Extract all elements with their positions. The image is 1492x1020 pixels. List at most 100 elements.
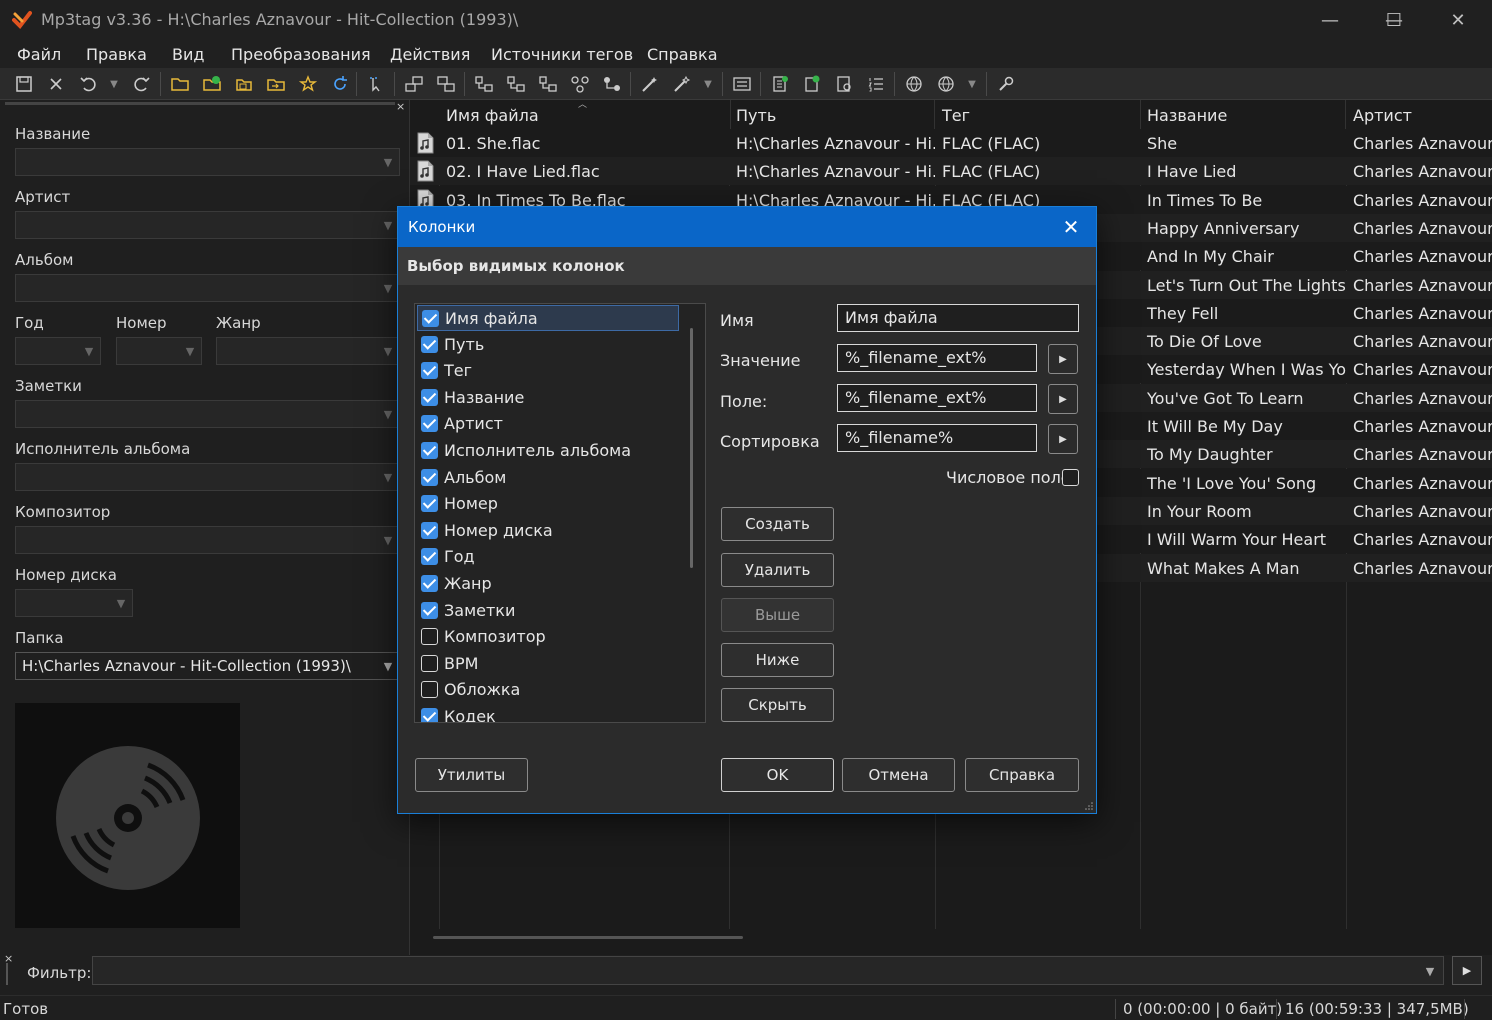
column-option[interactable]: Название bbox=[417, 385, 679, 411]
checkbox-unchecked[interactable] bbox=[421, 681, 438, 699]
column-header-tag[interactable]: Тег bbox=[935, 100, 1141, 129]
table-row[interactable]: 02. I Have Lied.flac H:\Charles Aznavour … bbox=[410, 157, 1492, 186]
remove-tag-button[interactable] bbox=[44, 72, 68, 96]
disc-field[interactable]: ▼ bbox=[15, 589, 133, 617]
playlist-button[interactable] bbox=[600, 72, 624, 96]
utilities-button[interactable]: Утилиты bbox=[415, 758, 528, 792]
checkbox-checked[interactable] bbox=[421, 521, 438, 539]
autonumber-button[interactable] bbox=[832, 72, 856, 96]
column-option[interactable]: Путь bbox=[417, 332, 679, 358]
sort-input[interactable]: %_filename% bbox=[837, 424, 1037, 452]
hide-button[interactable]: Скрыть bbox=[721, 688, 834, 722]
filename-to-tag-button[interactable] bbox=[434, 72, 458, 96]
export-button[interactable] bbox=[536, 72, 560, 96]
genre-field[interactable]: ▼ bbox=[216, 337, 400, 365]
menu-help[interactable]: Справка bbox=[647, 45, 718, 64]
ok-button[interactable]: OK bbox=[721, 758, 834, 792]
title-field[interactable]: ▼ bbox=[15, 148, 400, 176]
chevron-down-icon[interactable]: ▼ bbox=[179, 338, 201, 364]
checkbox-checked[interactable] bbox=[421, 468, 438, 486]
field-input[interactable]: %_filename_ext% bbox=[837, 384, 1037, 412]
horizontal-scrollbar[interactable] bbox=[433, 936, 743, 939]
numeric-field-checkbox[interactable] bbox=[1062, 469, 1079, 486]
column-option[interactable]: Альбом bbox=[417, 465, 679, 491]
chevron-down-icon[interactable]: ▼ bbox=[377, 401, 399, 427]
checkbox-checked[interactable] bbox=[421, 575, 438, 592]
delete-button[interactable]: Удалить bbox=[721, 553, 834, 587]
album-cover[interactable] bbox=[15, 703, 240, 928]
album-field[interactable]: ▼ bbox=[15, 274, 400, 302]
checkbox-checked[interactable] bbox=[422, 310, 439, 327]
change-directory-button[interactable] bbox=[168, 72, 192, 96]
chevron-down-icon[interactable]: ▼ bbox=[377, 653, 399, 679]
numbering-button[interactable] bbox=[864, 72, 888, 96]
tag-sources-button[interactable] bbox=[568, 72, 592, 96]
field-placeholder-button[interactable]: ▶ bbox=[1048, 384, 1078, 414]
text-file-to-tag-button[interactable] bbox=[472, 72, 496, 96]
maximize-button[interactable]: ☐ bbox=[1362, 0, 1426, 40]
add-directory-button[interactable] bbox=[200, 72, 224, 96]
close-button[interactable]: ✕ bbox=[1426, 0, 1490, 40]
value-input[interactable]: %_filename_ext% bbox=[837, 344, 1037, 372]
actions-button[interactable] bbox=[638, 72, 662, 96]
composer-field[interactable]: ▼ bbox=[15, 526, 400, 554]
web-sources-dropdown-icon[interactable]: ▼ bbox=[966, 76, 978, 92]
track-field[interactable]: ▼ bbox=[116, 337, 202, 365]
chevron-down-icon[interactable]: ▼ bbox=[78, 338, 100, 364]
chevron-down-icon[interactable]: ▼ bbox=[110, 590, 132, 616]
export-list-button[interactable] bbox=[768, 72, 792, 96]
move-down-button[interactable]: Ниже bbox=[721, 643, 834, 677]
column-header-artist[interactable]: Артист bbox=[1346, 100, 1492, 129]
chevron-down-icon[interactable]: ▼ bbox=[377, 464, 399, 490]
dialog-close-button[interactable]: ✕ bbox=[1054, 212, 1088, 242]
value-placeholder-button[interactable]: ▶ bbox=[1048, 344, 1078, 374]
undo-button[interactable] bbox=[76, 72, 100, 96]
chevron-down-icon[interactable]: ▼ bbox=[377, 149, 399, 175]
column-option[interactable]: Кодек bbox=[417, 704, 679, 722]
quick-actions-button[interactable] bbox=[670, 72, 694, 96]
chevron-down-icon[interactable]: ▼ bbox=[377, 275, 399, 301]
checkbox-checked[interactable] bbox=[421, 335, 438, 353]
extended-tags-button[interactable] bbox=[730, 72, 754, 96]
checkbox-checked[interactable] bbox=[421, 442, 438, 459]
comment-field[interactable]: ▼ bbox=[15, 400, 400, 428]
vertical-scrollbar[interactable] bbox=[690, 328, 693, 568]
move-up-button[interactable]: Выше bbox=[721, 598, 834, 632]
favorites-button[interactable] bbox=[296, 72, 320, 96]
tag-to-filename-button[interactable] bbox=[402, 72, 426, 96]
column-header-title[interactable]: Название bbox=[1140, 100, 1346, 129]
filter-apply-button[interactable]: ▶ bbox=[1452, 956, 1482, 985]
tag-to-tag-button[interactable] bbox=[504, 72, 528, 96]
undo-dropdown-icon[interactable]: ▼ bbox=[108, 76, 120, 92]
web-sources-alt-button[interactable] bbox=[934, 72, 958, 96]
column-header-path[interactable]: Путь bbox=[729, 100, 935, 129]
menu-view[interactable]: Вид bbox=[172, 45, 204, 64]
cancel-button[interactable]: Отмена bbox=[842, 758, 955, 792]
checkbox-checked[interactable] bbox=[421, 495, 438, 513]
select-all-button[interactable] bbox=[364, 72, 388, 96]
sort-placeholder-button[interactable]: ▶ bbox=[1048, 424, 1078, 454]
playlist-create-button[interactable] bbox=[800, 72, 824, 96]
table-row[interactable]: 01. She.flac H:\Charles Aznavour - Hi... F… bbox=[410, 129, 1492, 157]
column-option[interactable]: Артист bbox=[417, 411, 679, 437]
checkbox-checked[interactable] bbox=[421, 708, 438, 722]
folder-sync-button[interactable] bbox=[264, 72, 288, 96]
actions-dropdown-icon[interactable]: ▼ bbox=[702, 76, 714, 92]
redo-button[interactable] bbox=[130, 72, 154, 96]
column-option[interactable]: BPM bbox=[417, 651, 679, 677]
create-button[interactable]: Создать bbox=[721, 507, 834, 541]
favorites-folder-button[interactable] bbox=[232, 72, 256, 96]
checkbox-checked[interactable] bbox=[421, 601, 438, 619]
panel-splitter[interactable] bbox=[5, 102, 395, 105]
column-option[interactable]: Исполнитель альбома bbox=[417, 438, 679, 464]
chevron-down-icon[interactable]: ▼ bbox=[377, 338, 399, 364]
column-option[interactable]: Год bbox=[417, 544, 679, 570]
column-option[interactable]: Жанр bbox=[417, 571, 679, 597]
web-sources-button[interactable] bbox=[902, 72, 926, 96]
resize-grip-icon[interactable] bbox=[1085, 802, 1093, 810]
panel-close-icon[interactable]: × bbox=[396, 100, 405, 113]
chevron-down-icon[interactable]: ▼ bbox=[377, 527, 399, 553]
help-button[interactable]: Справка bbox=[965, 758, 1079, 792]
folder-field[interactable]: H:\Charles Aznavour - Hit-Collection (19… bbox=[15, 652, 400, 680]
menu-edit[interactable]: Правка bbox=[86, 45, 147, 64]
